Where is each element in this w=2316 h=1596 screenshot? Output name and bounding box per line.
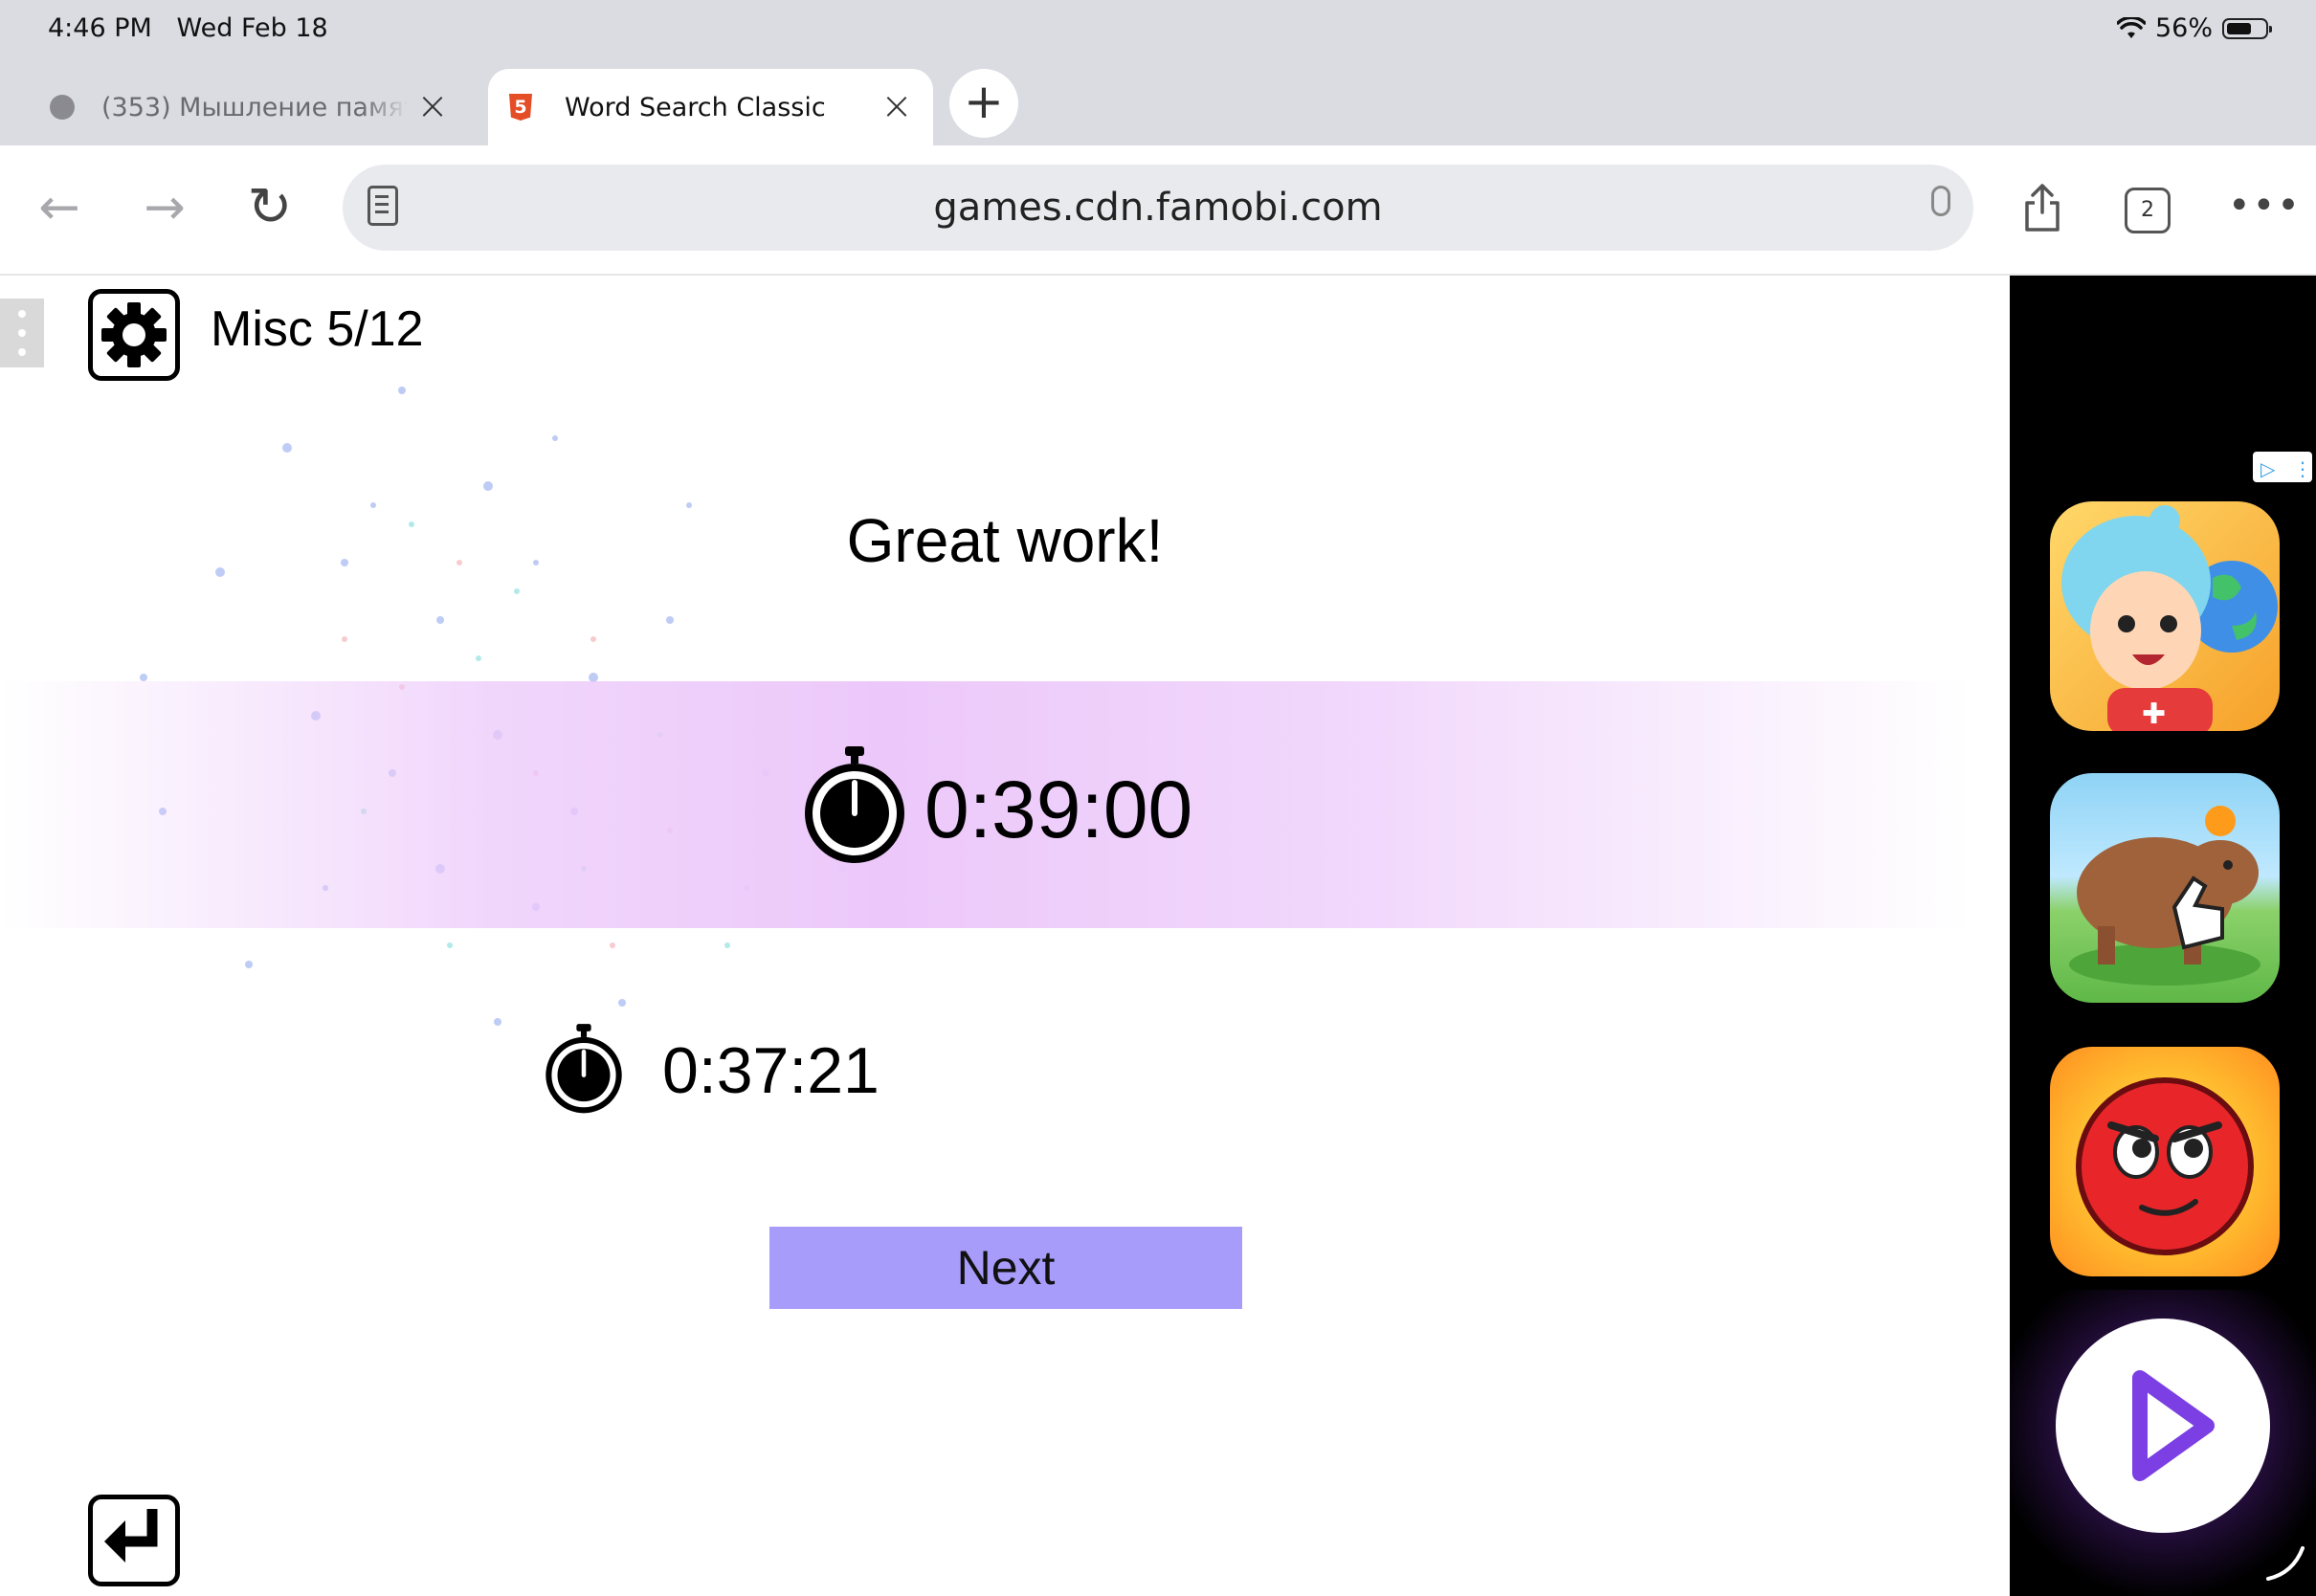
- date: Wed Feb 18: [176, 13, 328, 43]
- current-time: 0:39:00: [924, 765, 1193, 854]
- wifi-icon: [2116, 16, 2146, 38]
- forward-arrow-icon[interactable]: →: [136, 180, 193, 237]
- status-indicators: 56%: [2116, 13, 2272, 43]
- cartoon-girl-globe-icon: ✚: [2061, 505, 2278, 731]
- svg-text:✚: ✚: [2142, 698, 2166, 731]
- close-icon[interactable]: ×: [415, 87, 450, 125]
- tab-background[interactable]: (353) Мышление памят ×: [29, 69, 469, 145]
- ad-menu-icon: ⋮: [2293, 457, 2312, 480]
- browser-toolbar: ← → ↻ games.cdn.famobi.com 2 •••: [0, 145, 2316, 276]
- settings-button[interactable]: [88, 289, 180, 381]
- exit-button[interactable]: [88, 1495, 180, 1586]
- ad-app-tile-red-ball[interactable]: [2050, 1047, 2280, 1276]
- side-menu-handle[interactable]: [0, 299, 44, 367]
- clock: 4:46 PM: [48, 13, 152, 43]
- microphone-icon[interactable]: [1931, 186, 1950, 216]
- tab-overview-button[interactable]: 2: [2125, 188, 2171, 233]
- back-arrow-icon[interactable]: ←: [31, 180, 88, 237]
- close-icon[interactable]: ×: [880, 87, 914, 125]
- tab-title: (353) Мышление памят: [101, 92, 408, 122]
- next-button[interactable]: Next: [769, 1227, 1242, 1309]
- browser-top-chrome: 4:46 PM Wed Feb 18 56% (353) Мышление па…: [0, 0, 2316, 145]
- return-arrow-icon: [104, 1509, 158, 1563]
- corner-swoosh-icon: [2266, 1546, 2305, 1581]
- level-label: Misc 5/12: [211, 301, 424, 357]
- url-text[interactable]: games.cdn.famobi.com: [343, 165, 1973, 251]
- address-bar[interactable]: games.cdn.famobi.com: [343, 165, 1973, 251]
- ad-choices-icon: ▷: [2260, 457, 2276, 480]
- more-options-icon[interactable]: •••: [2228, 184, 2300, 228]
- new-tab-button[interactable]: +: [949, 69, 1018, 138]
- share-icon[interactable]: [2021, 182, 2063, 233]
- play-button[interactable]: [2056, 1319, 2270, 1533]
- ad-app-tile-avatar-world[interactable]: ✚: [2050, 501, 2280, 731]
- gear-icon: [101, 302, 167, 367]
- game-canvas: Misc 5/12 Great work! 0:39:00 0:37:21 Ne…: [0, 276, 2010, 1596]
- completion-headline: Great work!: [846, 506, 1164, 575]
- red-ball-icon: [2076, 1077, 2254, 1255]
- stopwatch-icon: [805, 746, 904, 863]
- stopwatch-icon: [546, 1024, 622, 1114]
- battery-percent: 56%: [2154, 13, 2213, 43]
- html5-icon: 5: [509, 94, 532, 121]
- ad-choices-badge[interactable]: ▷ ⋮: [2253, 452, 2312, 482]
- globe-icon: [50, 95, 75, 120]
- ad-sidebar: ▷ ⋮ ✚: [2010, 276, 2316, 1596]
- status-time: 4:46 PM Wed Feb 18: [48, 13, 328, 43]
- best-time: 0:37:21: [662, 1034, 880, 1107]
- play-icon: [2132, 1370, 2215, 1481]
- tab-title: Word Search Classic: [565, 92, 826, 122]
- ad-app-tile-capybara[interactable]: [2050, 773, 2280, 1003]
- tab-active[interactable]: 5 Word Search Classic ×: [488, 69, 933, 145]
- reload-icon[interactable]: ↻: [241, 180, 299, 237]
- capybara-icon: [2069, 806, 2260, 986]
- battery-icon: [2222, 17, 2272, 39]
